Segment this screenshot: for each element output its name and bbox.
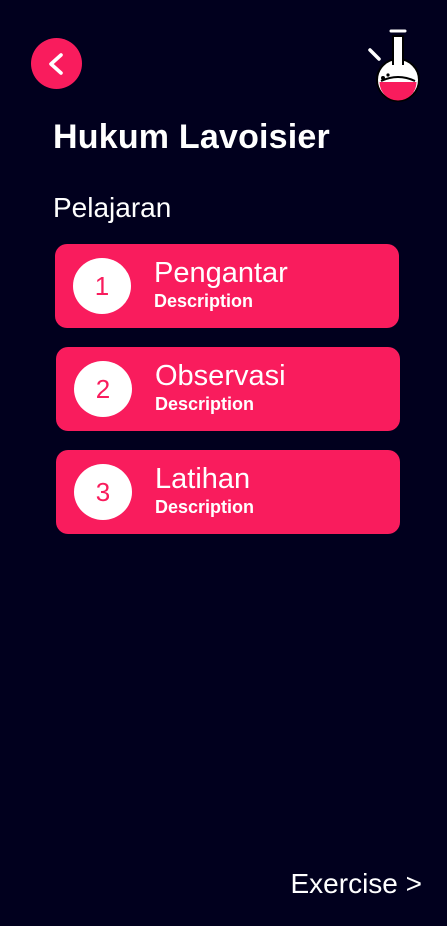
lesson-card-latihan[interactable]: 3 Latihan Description [56, 450, 400, 534]
lesson-title: Latihan [155, 463, 251, 495]
chevron-left-icon [48, 52, 63, 75]
back-button[interactable] [31, 38, 82, 89]
lesson-card-observasi[interactable]: 2 Observasi Description [56, 347, 400, 431]
lesson-number-badge: 3 [74, 464, 132, 520]
flask-icon [368, 29, 420, 102]
lesson-card-pengantar[interactable]: 1 Pengantar Description [55, 244, 399, 328]
page-title: Hukum Lavoisier [53, 118, 330, 156]
lesson-description: Description [154, 291, 254, 311]
lesson-title: Pengantar [154, 257, 288, 289]
lesson-description: Description [155, 394, 255, 414]
section-label: Pelajaran [53, 192, 172, 223]
lesson-number-badge: 2 [74, 361, 132, 417]
lesson-title: Observasi [155, 360, 286, 392]
lesson-description: Description [155, 497, 255, 517]
exercise-link[interactable]: Exercise > [291, 868, 423, 900]
lesson-number-badge: 1 [73, 258, 131, 314]
